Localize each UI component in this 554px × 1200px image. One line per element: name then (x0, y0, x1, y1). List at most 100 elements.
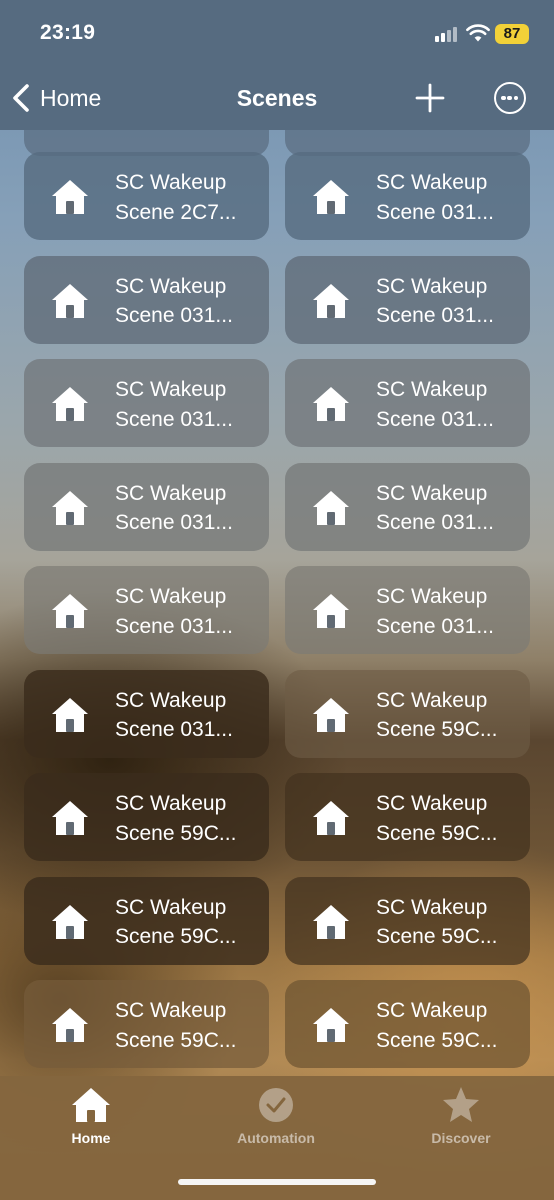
house-icon (311, 178, 351, 216)
scene-tile[interactable]: SC Wakeup Scene 59C... (24, 980, 269, 1068)
scene-name-line1: SC Wakeup (115, 481, 227, 505)
tab-label-home: Home (71, 1130, 111, 1146)
scene-name-line2: Scene 59C... (376, 925, 498, 948)
house-icon (50, 178, 90, 216)
scene-tile[interactable]: SC Wakeup Scene 031... (285, 462, 530, 551)
scene-tile[interactable]: SC Wakeup Scene 59C... (24, 876, 269, 965)
scene-name-line2: Scene 2C7... (115, 200, 237, 224)
scene-name: SC Wakeup Scene 59C... (115, 789, 263, 848)
house-icon (50, 696, 90, 734)
scene-tile[interactable]: SC Wakeup Scene 59C... (285, 876, 530, 965)
nav-bar: Home Scenes (0, 66, 554, 130)
scene-tile[interactable]: SC Wakeup Scene 031... (285, 255, 530, 344)
scene-tile[interactable]: SC Wakeup Scene 031... (285, 152, 530, 240)
house-icon (311, 1006, 351, 1044)
scene-tile[interactable]: SC Wakeup Scene 031... (24, 566, 269, 654)
scene-name: SC Wakeup Scene 031... (376, 582, 524, 641)
scene-name-line2: Scene 031... (376, 407, 494, 431)
house-icon (311, 799, 351, 837)
scene-name: SC Wakeup Scene 031... (115, 479, 263, 538)
clock-check-icon (259, 1088, 293, 1122)
scene-name-line1: SC Wakeup (115, 688, 227, 712)
page-title: Scenes (236, 85, 318, 111)
house-icon (72, 1088, 110, 1122)
battery-badge: 87 (495, 24, 529, 44)
tab-home[interactable]: Home (31, 1086, 151, 1146)
tab-label-automation: Automation (237, 1130, 315, 1146)
scene-name-line2: Scene 031... (115, 304, 233, 327)
house-icon (50, 282, 90, 320)
house-icon (311, 385, 351, 423)
scene-name-line2: Scene 031... (376, 304, 494, 327)
scene-name: SC Wakeup Scene 59C... (376, 996, 524, 1055)
scene-name-line2: Scene 031... (115, 614, 233, 638)
scene-name: SC Wakeup Scene 031... (376, 479, 524, 538)
scene-name-line2: Scene 59C... (376, 1028, 498, 1052)
house-icon (50, 592, 90, 630)
scene-tile[interactable]: SC Wakeup Scene 2C7... (24, 152, 269, 240)
scene-name-line1: SC Wakeup (376, 585, 488, 608)
scene-tile[interactable]: SC Wakeup Scene 031... (24, 669, 269, 758)
scene-name: SC Wakeup Scene 031... (115, 582, 263, 641)
scene-name-line2: Scene 031... (376, 614, 494, 638)
home-indicator (178, 1179, 376, 1185)
scene-name-line2: Scene 59C... (376, 821, 498, 845)
star-icon (443, 1087, 479, 1122)
scene-name-line1: SC Wakeup (115, 792, 227, 815)
scene-tile[interactable]: SC Wakeup Scene 59C... (285, 773, 530, 861)
scene-name: SC Wakeup Scene 031... (115, 272, 263, 331)
scene-name: SC Wakeup Scene 59C... (376, 893, 524, 952)
scene-name-line2: Scene 031... (115, 511, 233, 534)
scene-name-line1: SC Wakeup (115, 274, 227, 298)
scene-tile[interactable]: SC Wakeup Scene 59C... (285, 669, 530, 758)
tab-discover[interactable]: Discover (401, 1086, 521, 1146)
house-icon (50, 799, 90, 837)
scene-tile[interactable]: SC Wakeup Scene 031... (285, 566, 530, 654)
house-icon (311, 903, 351, 941)
scene-name-line2: Scene 031... (376, 200, 494, 224)
scene-tile[interactable]: SC Wakeup Scene 031... (24, 462, 269, 551)
wifi-icon (466, 24, 490, 42)
house-icon (311, 489, 351, 527)
scene-name: SC Wakeup Scene 031... (376, 272, 524, 331)
scene-tile[interactable]: SC Wakeup Scene 59C... (24, 773, 269, 861)
scene-name-line1: SC Wakeup (376, 481, 488, 505)
scene-name-line2: Scene 59C... (115, 925, 237, 948)
scene-name-line2: Scene 59C... (115, 821, 237, 845)
house-icon (50, 903, 90, 941)
signal-icon (435, 26, 457, 42)
tab-automation[interactable]: Automation (216, 1086, 336, 1146)
scene-name-line1: SC Wakeup (376, 792, 488, 815)
scene-name: SC Wakeup Scene 031... (376, 168, 524, 227)
scene-name-line1: SC Wakeup (376, 688, 488, 712)
scene-name: SC Wakeup Scene 2C7... (115, 168, 263, 227)
scene-tile[interactable]: SC Wakeup Scene 031... (24, 255, 269, 344)
scene-name: SC Wakeup Scene 59C... (376, 686, 524, 745)
plus-icon[interactable] (414, 82, 446, 114)
house-icon (311, 592, 351, 630)
scene-name-line2: Scene 031... (115, 718, 233, 741)
status-bar: 23:19 87 (0, 0, 554, 66)
house-icon (50, 1006, 90, 1044)
scene-name-line2: Scene 031... (376, 511, 494, 534)
scene-name: SC Wakeup Scene 59C... (376, 789, 524, 848)
ellipsis-circle-icon[interactable] (494, 82, 526, 114)
scene-name-line1: SC Wakeup (376, 171, 488, 194)
scene-name-line1: SC Wakeup (376, 274, 488, 298)
scene-name-line2: Scene 59C... (115, 1028, 237, 1052)
house-icon (50, 385, 90, 423)
scene-name-line1: SC Wakeup (376, 999, 488, 1022)
scene-name: SC Wakeup Scene 59C... (115, 893, 263, 952)
scene-name-line1: SC Wakeup (115, 378, 227, 401)
scene-grid: SC Wakeup Scene 2C7... SC Wakeup Scene 031.… (0, 130, 554, 1076)
tab-label-discover: Discover (431, 1130, 491, 1146)
scene-name: SC Wakeup Scene 031... (115, 686, 263, 745)
scene-name-line1: SC Wakeup (115, 171, 227, 194)
scene-name: SC Wakeup Scene 031... (115, 375, 263, 434)
scene-tile[interactable]: SC Wakeup Scene 59C... (285, 980, 530, 1068)
scene-tile[interactable]: SC Wakeup Scene 031... (285, 359, 530, 447)
scene-tile[interactable]: SC Wakeup Scene 031... (24, 359, 269, 447)
scene-name-line1: SC Wakeup (376, 378, 488, 401)
scene-name: SC Wakeup Scene 031... (376, 375, 524, 434)
status-time: 23:19 (40, 21, 96, 44)
